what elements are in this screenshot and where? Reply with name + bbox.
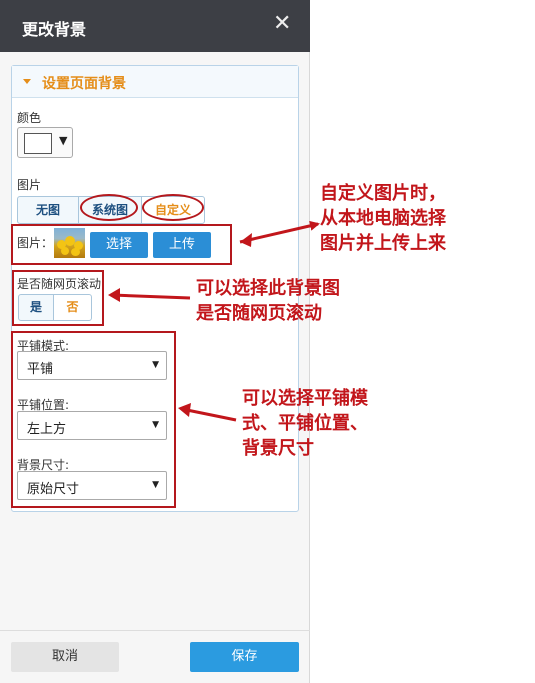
picture-label: 图片: [17, 178, 42, 192]
collapse-triangle-icon: [23, 79, 31, 84]
highlight-box-image-row: [11, 224, 232, 265]
dropdown-arrow-icon: ▼: [59, 134, 68, 147]
highlight-oval-custom-image: [142, 194, 204, 221]
annotation-tiling: 可以选择平铺模 式、平铺位置、 背景尺寸: [242, 388, 368, 459]
annotation-custom-image: 自定义图片时， 从本地电脑选择 图片并上传上来: [320, 183, 446, 254]
dialog-title: 更改背景: [22, 20, 87, 39]
save-button[interactable]: 保存: [190, 642, 299, 672]
highlight-box-scroll: [12, 270, 104, 326]
section-header[interactable]: 设置页面背景: [12, 66, 298, 98]
color-swatch: [24, 133, 52, 154]
close-icon[interactable]: ✕: [273, 12, 291, 36]
color-label: 颜色: [17, 111, 42, 125]
cancel-button[interactable]: 取消: [11, 642, 119, 672]
dialog-titlebar: 更改背景 ✕: [0, 0, 310, 52]
tab-no-image[interactable]: 无图: [17, 196, 79, 224]
highlight-box-tiling: [11, 331, 176, 508]
footer-divider: [0, 630, 310, 631]
highlight-oval-system-image: [80, 194, 138, 221]
section-title: 设置页面背景: [42, 76, 126, 92]
annotation-scroll: 可以选择此背景图 是否随网页滚动: [196, 278, 340, 324]
color-picker[interactable]: ▼: [17, 127, 73, 158]
